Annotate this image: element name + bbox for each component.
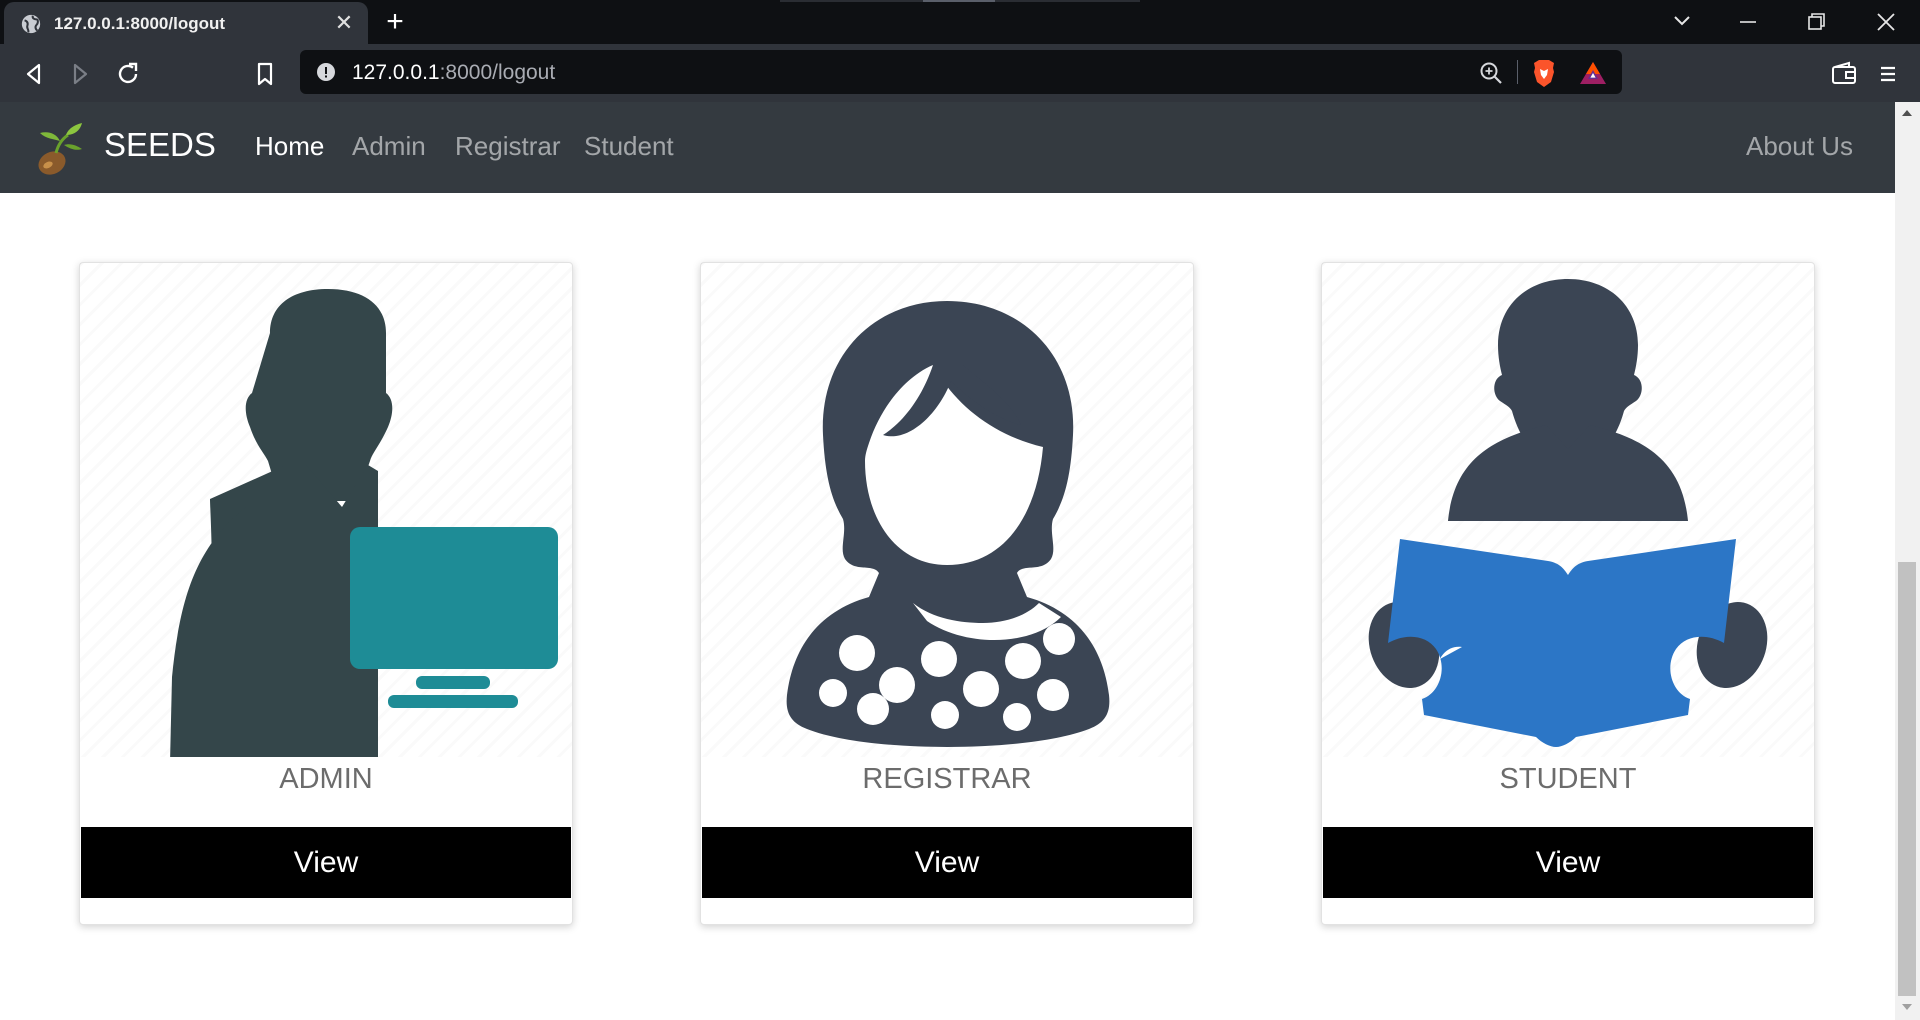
wallet-icon[interactable] [1830,60,1858,88]
registrar-card-title: REGISTRAR [862,763,1032,795]
address-bar-separator [1517,60,1518,84]
globe-icon [21,14,41,34]
zoom-icon[interactable] [1478,60,1504,86]
site-navbar: SEEDS Home Admin Registrar Student About… [0,102,1895,193]
tabstrip-indicator [923,0,995,2]
student-card-title: STUDENT [1499,763,1637,795]
scroll-down-arrow-icon[interactable] [1899,1000,1915,1014]
new-tab-icon[interactable]: + [380,7,410,38]
admin-computer-icon [80,263,572,774]
tab-search-chevron-icon[interactable] [1662,8,1702,36]
restore-icon[interactable] [1796,8,1836,36]
nav-registrar[interactable]: Registrar [455,131,560,162]
url-text[interactable]: 127.0.0.1:8000/logout [352,61,555,85]
student-reading-icon [1322,263,1814,757]
minimize-icon[interactable] [1728,8,1768,36]
tab-title: 127.0.0.1:8000/logout [54,14,226,33]
forward-icon[interactable] [64,58,96,90]
seeds-logo-icon[interactable] [32,119,88,177]
scroll-up-arrow-icon[interactable] [1899,106,1915,120]
page-viewport: SEEDS Home Admin Registrar Student About… [0,102,1920,1020]
url-path: :8000/logout [439,61,556,84]
registrar-card: REGISTRAR View [700,262,1194,925]
brave-rewards-icon[interactable] [1578,60,1608,86]
student-card: STUDENT View [1321,262,1815,925]
nav-home[interactable]: Home [255,131,324,162]
close-window-icon[interactable] [1866,8,1906,36]
registrar-woman-icon [701,263,1193,757]
nav-about-us[interactable]: About Us [1746,131,1853,162]
browser-titlebar: 127.0.0.1:8000/logout ✕ + [0,0,1920,44]
registrar-view-button[interactable]: View [702,827,1192,898]
address-bar[interactable]: 127.0.0.1:8000/logout [300,50,1622,94]
bookmark-icon[interactable] [249,58,281,90]
brand-name[interactable]: SEEDS [104,126,216,164]
student-view-button[interactable]: View [1323,827,1813,898]
hamburger-menu-icon[interactable] [1874,60,1902,88]
back-icon[interactable] [18,58,50,90]
admin-card-title: ADMIN [279,763,373,795]
browser-toolbar: 127.0.0.1:8000/logout [0,44,1920,102]
tab-close-icon[interactable]: ✕ [332,11,356,35]
url-host: 127.0.0.1 [352,61,440,84]
site-info-icon[interactable] [316,62,336,82]
admin-card: ADMIN View [79,262,573,925]
nav-student[interactable]: Student [584,131,674,162]
admin-view-button[interactable]: View [81,827,571,898]
browser-tab[interactable]: 127.0.0.1:8000/logout ✕ [4,2,368,44]
scrollbar-thumb[interactable] [1898,562,1916,996]
reload-icon[interactable] [112,58,144,90]
brave-shields-icon[interactable] [1530,58,1558,88]
nav-admin[interactable]: Admin [352,131,426,162]
